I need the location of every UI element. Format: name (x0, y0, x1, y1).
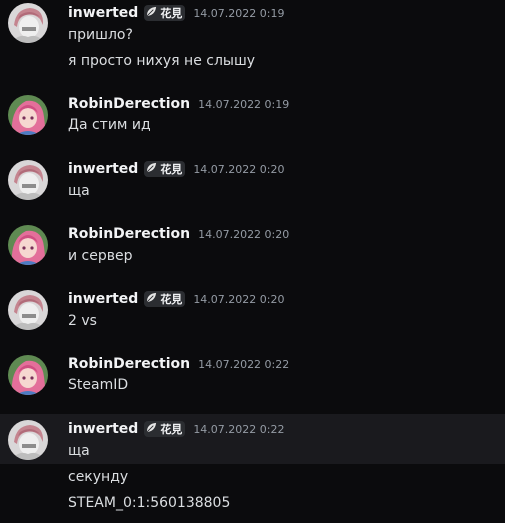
timestamp[interactable]: 14.07.2022 0:19 (193, 7, 284, 20)
avatar-robin[interactable] (8, 355, 48, 395)
message-text: SteamID (68, 377, 129, 393)
avatar-inwerted[interactable] (8, 290, 48, 330)
timestamp[interactable]: 14.07.2022 0:19 (198, 98, 289, 111)
message-text: пришло? (68, 27, 133, 43)
chat-message-list: inwerted 花見 14.07.2022 0:19 пришло? я пр… (0, 0, 505, 523)
message-group[interactable]: RobinDerection 14.07.2022 0:22 SteamID (0, 350, 505, 400)
server-tag-text: 花見 (160, 293, 183, 306)
server-tag-text: 花見 (160, 423, 183, 436)
message-text: ща (68, 443, 90, 459)
avatar-robin[interactable] (8, 225, 48, 265)
avatar-inwerted[interactable] (8, 420, 48, 460)
message-header: inwerted 花見 14.07.2022 0:20 (68, 289, 285, 309)
avatar-inwerted[interactable] (8, 3, 48, 43)
server-tag[interactable]: 花見 (144, 5, 186, 21)
timestamp[interactable]: 14.07.2022 0:20 (198, 228, 289, 241)
grey-anime-avatar-icon (8, 3, 48, 43)
server-tag[interactable]: 花見 (144, 421, 186, 437)
timestamp[interactable]: 14.07.2022 0:20 (193, 163, 284, 176)
avatar-robin[interactable] (8, 95, 48, 135)
timestamp[interactable]: 14.07.2022 0:22 (198, 358, 289, 371)
message-text: ща (68, 183, 90, 199)
pink-hair-anime-avatar-icon (8, 225, 48, 265)
leaf-icon (146, 6, 157, 20)
server-tag[interactable]: 花見 (144, 161, 186, 177)
message-header: inwerted 花見 14.07.2022 0:19 (68, 3, 285, 23)
message-header: inwerted 花見 14.07.2022 0:20 (68, 159, 285, 179)
message-text: 2 vs (68, 313, 97, 329)
message-group[interactable]: inwerted 花見 14.07.2022 0:22 ща секунду S… (0, 414, 505, 523)
message-header: RobinDerection 14.07.2022 0:19 (68, 94, 289, 114)
message-text: я просто нихуя не слышу (68, 53, 256, 69)
username[interactable]: inwerted (68, 421, 138, 437)
grey-anime-avatar-icon (8, 160, 48, 200)
leaf-icon (146, 292, 157, 306)
pink-hair-anime-avatar-icon (8, 95, 48, 135)
username[interactable]: inwerted (68, 5, 138, 21)
leaf-icon (146, 162, 157, 176)
username[interactable]: inwerted (68, 291, 138, 307)
message-text: STEAM_0:1:560138805 (68, 495, 231, 511)
message-group[interactable]: inwerted 花見 14.07.2022 0:20 ща (0, 155, 505, 205)
pink-hair-anime-avatar-icon (8, 355, 48, 395)
server-tag[interactable]: 花見 (144, 291, 186, 307)
grey-anime-avatar-icon (8, 290, 48, 330)
message-group[interactable]: RobinDerection 14.07.2022 0:20 и сервер (0, 220, 505, 270)
leaf-icon (146, 422, 157, 436)
message-text: секунду (68, 469, 129, 485)
username[interactable]: RobinDerection (68, 226, 190, 242)
avatar-inwerted[interactable] (8, 160, 48, 200)
username[interactable]: RobinDerection (68, 356, 190, 372)
message-group[interactable]: inwerted 花見 14.07.2022 0:20 2 vs (0, 285, 505, 335)
message-group[interactable]: inwerted 花見 14.07.2022 0:19 пришло? я пр… (0, 0, 505, 80)
username[interactable]: RobinDerection (68, 96, 190, 112)
server-tag-text: 花見 (160, 7, 183, 20)
message-header: inwerted 花見 14.07.2022 0:22 (68, 419, 285, 439)
timestamp[interactable]: 14.07.2022 0:20 (193, 293, 284, 306)
username[interactable]: inwerted (68, 161, 138, 177)
message-text: Да стим ид (68, 117, 151, 133)
timestamp[interactable]: 14.07.2022 0:22 (193, 423, 284, 436)
message-header: RobinDerection 14.07.2022 0:22 (68, 354, 289, 374)
message-group[interactable]: RobinDerection 14.07.2022 0:19 Да стим и… (0, 90, 505, 140)
grey-anime-avatar-icon (8, 420, 48, 460)
message-header: RobinDerection 14.07.2022 0:20 (68, 224, 289, 244)
message-text: и сервер (68, 248, 133, 264)
server-tag-text: 花見 (160, 163, 183, 176)
